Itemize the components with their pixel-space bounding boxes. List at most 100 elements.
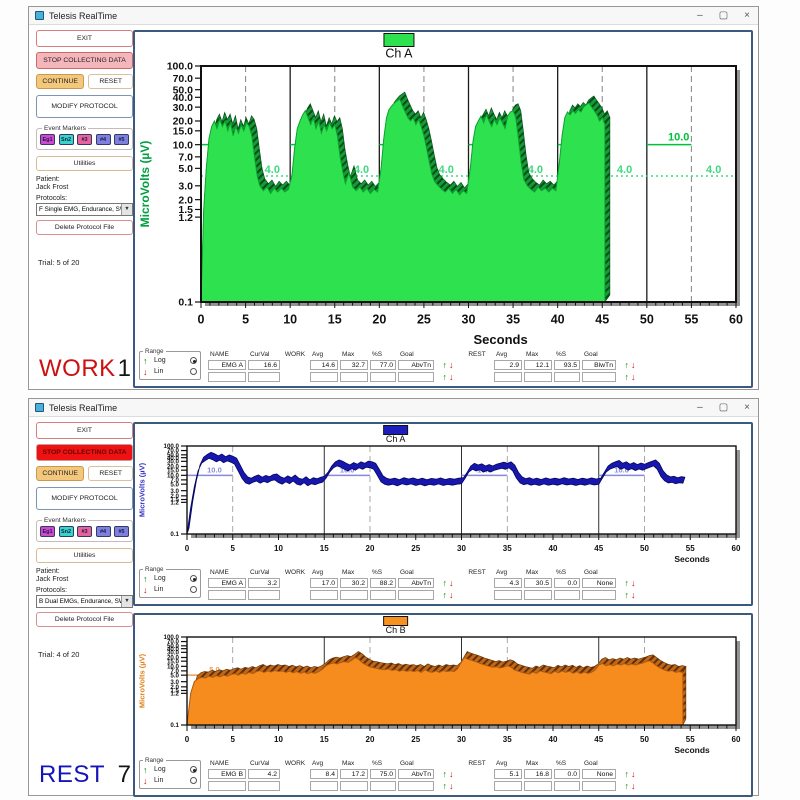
range-down-arrow[interactable]: ↓ (143, 367, 151, 377)
event-marker-2-button[interactable]: Sn2 (59, 134, 74, 145)
svg-text:0: 0 (185, 544, 190, 553)
goal-down-arrow[interactable]: ↓ (631, 769, 636, 779)
svg-text:60: 60 (732, 735, 741, 744)
goal-up-arrow[interactable]: ↑ (625, 372, 630, 382)
goal-up-arrow[interactable]: ↑ (625, 360, 630, 370)
range-log-radio[interactable] (190, 766, 197, 773)
goal-down-arrow[interactable]: ↓ (631, 360, 636, 370)
protocol-select[interactable]: B Dual EMGs, Endurance, SW ▼ (36, 595, 133, 608)
svg-text:20: 20 (366, 735, 375, 744)
exit-button[interactable]: EXIT (36, 422, 133, 439)
goal-down-arrow[interactable]: ↓ (449, 769, 454, 779)
stat-value-rest-avg (494, 781, 522, 791)
chart-panel-rest-cha: 10.010.010.010.0100.070.050.040.030.020.… (133, 422, 753, 606)
chevron-down-icon[interactable]: ▼ (121, 204, 132, 215)
reset-button[interactable]: RESET (88, 74, 133, 89)
goal-up-arrow[interactable]: ↑ (443, 590, 448, 600)
goal-up-arrow[interactable]: ↑ (625, 781, 630, 791)
goal-down-arrow[interactable]: ↓ (631, 372, 636, 382)
modify-protocol-button[interactable]: MODIFY PROTOCOL (36, 95, 133, 118)
svg-text:20: 20 (372, 313, 386, 327)
event-marker-4-button[interactable]: #4 (96, 526, 111, 537)
close-button[interactable]: × (744, 403, 750, 413)
event-markers-group: Event Markers Eg1 Sn2 #3 #4 #5 (36, 517, 133, 542)
col-header-rest: REST (462, 569, 492, 576)
maximize-button[interactable]: ▢ (719, 11, 728, 21)
exit-button[interactable]: EXIT (36, 30, 133, 47)
col-header-goal: Goal (582, 569, 616, 576)
chevron-down-icon[interactable]: ▼ (121, 596, 132, 607)
event-marker-5-button[interactable]: #5 (114, 526, 129, 537)
event-marker-5-button[interactable]: #5 (114, 134, 129, 145)
stat-value-work-avg (310, 590, 338, 600)
range-up-arrow[interactable]: ↑ (143, 356, 151, 366)
goal-down-arrow[interactable]: ↓ (631, 590, 636, 600)
event-marker-3-button[interactable]: #3 (77, 134, 92, 145)
event-marker-3-button[interactable]: #3 (77, 526, 92, 537)
utilities-button[interactable]: Utilities (36, 548, 133, 563)
titlebar[interactable]: Telesis RealTime – ▢ × (29, 7, 758, 25)
event-marker-2-button[interactable]: Sn2 (59, 526, 74, 537)
goal-up-arrow[interactable]: ↑ (443, 372, 448, 382)
col-header-max: Max (524, 760, 552, 767)
minimize-button[interactable]: – (697, 11, 703, 21)
stat-value-rest-pct (554, 781, 580, 791)
range-down-arrow[interactable]: ↓ (143, 776, 151, 786)
range-up-arrow[interactable]: ↑ (143, 574, 151, 584)
goal-down-arrow[interactable]: ↓ (449, 372, 454, 382)
range-down-arrow[interactable]: ↓ (143, 585, 151, 595)
titlebar[interactable]: Telesis RealTime – ▢ × (29, 399, 758, 417)
continue-button[interactable]: CONTINUE (36, 74, 84, 89)
goal-up-arrow[interactable]: ↑ (443, 781, 448, 791)
range-up-arrow[interactable]: ↑ (143, 765, 151, 775)
goal-down-arrow[interactable]: ↓ (631, 781, 636, 791)
stop-collecting-data-button[interactable]: STOP COLLECTING DATA (36, 444, 133, 461)
goal-up-arrow[interactable]: ↑ (625, 590, 630, 600)
stat-value-work-max (340, 372, 368, 382)
range-log-radio[interactable] (190, 575, 197, 582)
phase-label: REST (39, 761, 105, 789)
minimize-button[interactable]: – (697, 403, 703, 413)
range-group: Range↑Log↓Lin (139, 757, 201, 789)
maximize-button[interactable]: ▢ (719, 403, 728, 413)
col-header-goal: Goal (582, 760, 616, 767)
col-header-goal: Goal (398, 351, 434, 358)
range-lin-radio[interactable] (190, 777, 197, 784)
window-title: Telesis RealTime (49, 403, 117, 413)
goal-up-arrow[interactable]: ↑ (625, 578, 630, 588)
svg-text:4.0: 4.0 (617, 164, 632, 176)
utilities-button[interactable]: Utilities (36, 156, 133, 171)
goal-down-arrow[interactable]: ↓ (449, 781, 454, 791)
modify-protocol-button[interactable]: MODIFY PROTOCOL (36, 487, 133, 510)
close-button[interactable]: × (744, 11, 750, 21)
svg-text:25: 25 (411, 544, 420, 553)
svg-text:40: 40 (551, 313, 565, 327)
svg-text:4.0: 4.0 (706, 164, 721, 176)
delete-protocol-button[interactable]: Delete Protocol File (36, 220, 133, 235)
stop-collecting-data-button[interactable]: STOP COLLECTING DATA (36, 52, 133, 69)
range-log-radio[interactable] (190, 357, 197, 364)
stat-value-rest-max (524, 781, 552, 791)
range-lin-radio[interactable] (190, 368, 197, 375)
goal-up-arrow[interactable]: ↑ (625, 769, 630, 779)
goal-down-arrow[interactable]: ↓ (449, 360, 454, 370)
continue-button[interactable]: CONTINUE (36, 466, 84, 481)
goal-down-arrow[interactable]: ↓ (449, 590, 454, 600)
stat-value-work-max: 17.2 (340, 769, 368, 779)
goal-up-arrow[interactable]: ↑ (443, 769, 448, 779)
delete-protocol-button[interactable]: Delete Protocol File (36, 612, 133, 627)
protocol-select[interactable]: F Single EMG, Endurance, SW ▼ (36, 203, 133, 216)
event-marker-1-button[interactable]: Eg1 (40, 526, 55, 537)
goal-up-arrow[interactable]: ↑ (443, 360, 448, 370)
reset-button[interactable]: RESET (88, 466, 133, 481)
svg-text:35: 35 (506, 313, 520, 327)
goal-down-arrow[interactable]: ↓ (449, 578, 454, 588)
app-icon (35, 11, 44, 20)
event-marker-1-button[interactable]: Eg1 (40, 134, 55, 145)
event-marker-4-button[interactable]: #4 (96, 134, 111, 145)
goal-down-arrow[interactable]: ↓ (631, 578, 636, 588)
stat-value-work-pct: 77.0 (370, 360, 396, 370)
range-lin-radio[interactable] (190, 586, 197, 593)
goal-up-arrow[interactable]: ↑ (443, 578, 448, 588)
svg-text:55: 55 (686, 735, 695, 744)
